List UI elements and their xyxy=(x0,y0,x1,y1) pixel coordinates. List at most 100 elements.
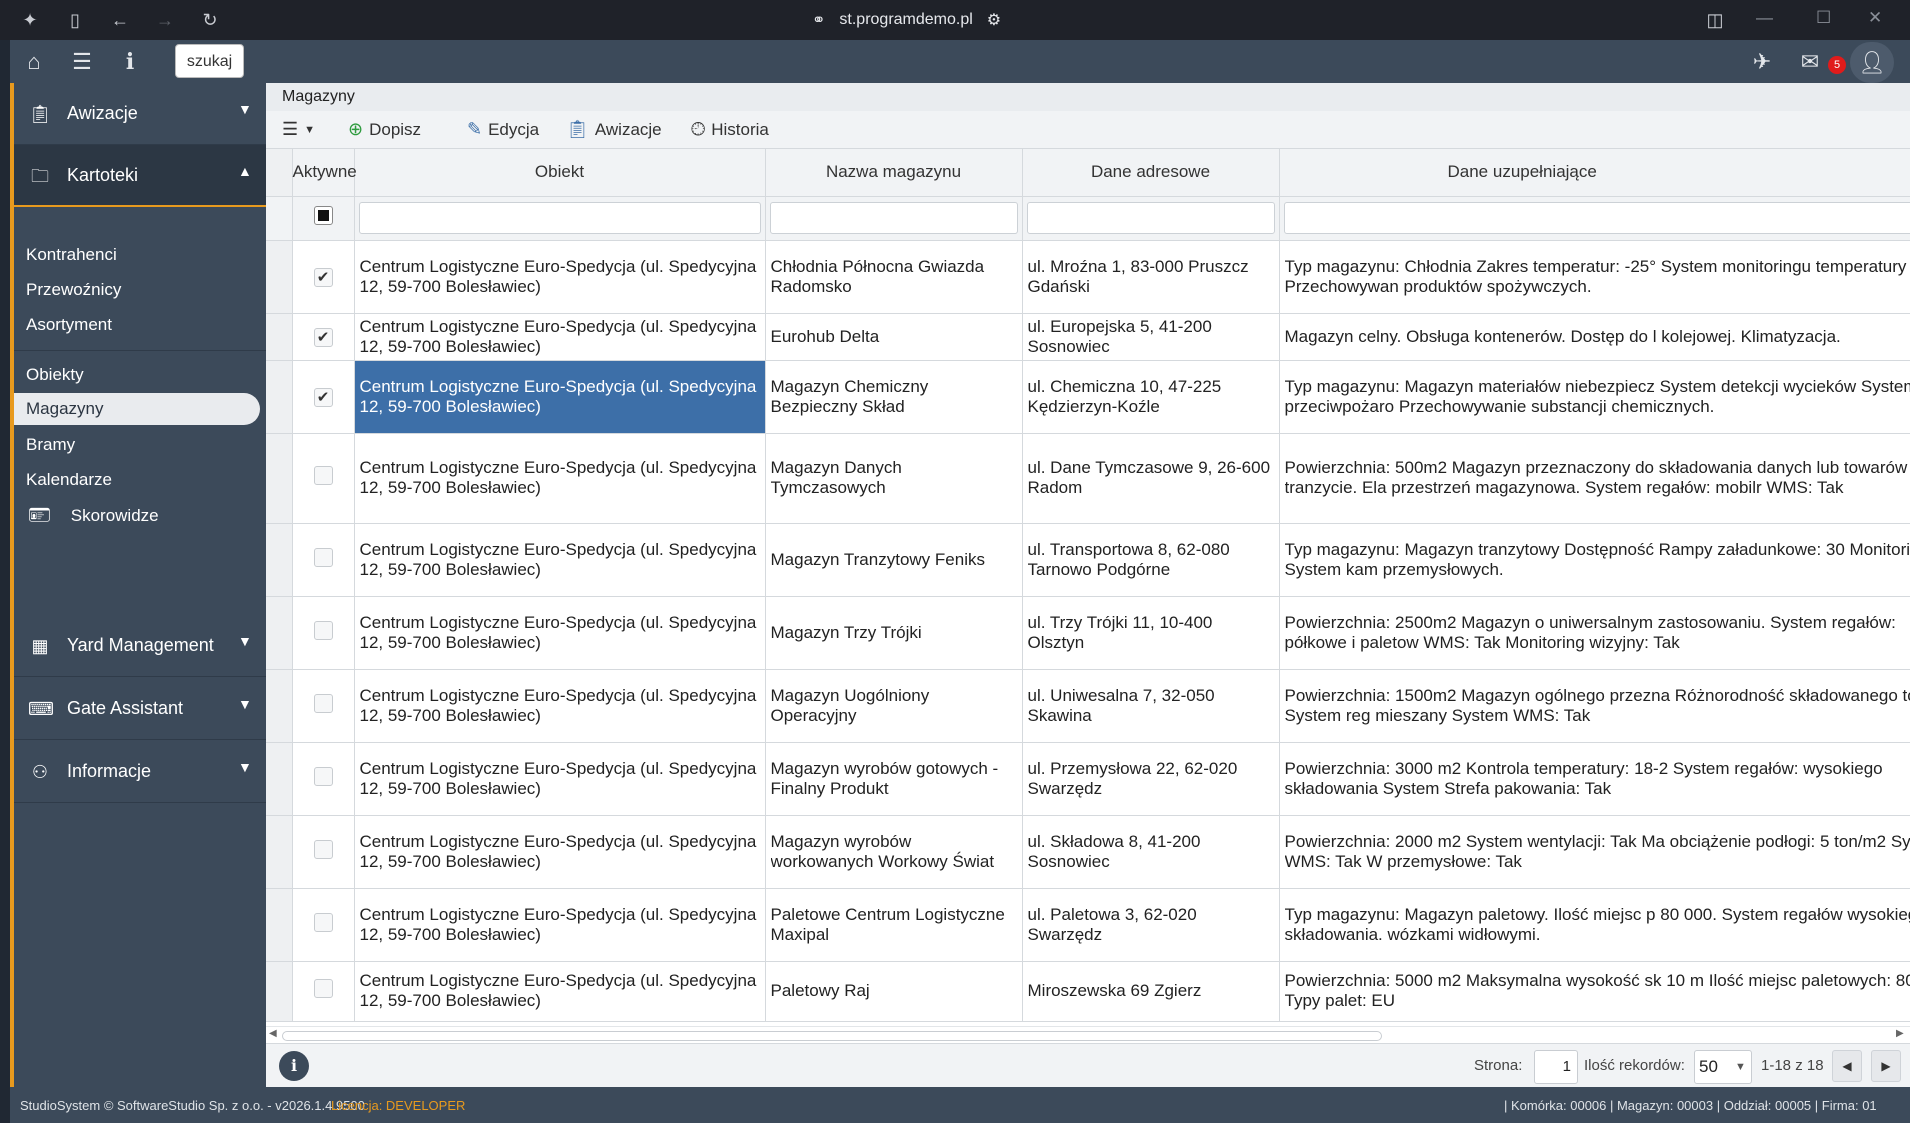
info-icon[interactable]: i xyxy=(279,1051,309,1081)
table-row[interactable]: ✔ Centrum Logistyczne Euro-Spedycja (ul. … xyxy=(266,313,1910,361)
details-cell[interactable]: Magazyn celny. Obsługa kontenerów. Dostę… xyxy=(1279,313,1910,361)
details-cell[interactable]: Powierzchnia: 500m2 Magazyn przeznaczony… xyxy=(1279,433,1910,524)
warehouse-name-cell[interactable]: Magazyn Uogólniony Operacyjny xyxy=(765,669,1023,743)
address-cell[interactable]: Miroszewska 69 Zgierz xyxy=(1022,961,1280,1022)
warehouse-name-cell[interactable]: Magazyn Chemiczny Bezpieczny Skład xyxy=(765,360,1023,434)
warehouse-name-cell[interactable]: Magazyn Danych Tymczasowych xyxy=(765,433,1023,524)
row-gutter[interactable] xyxy=(266,815,293,889)
filter-details-input[interactable] xyxy=(1283,202,1910,234)
browser-logo-icon[interactable]: ✦ xyxy=(18,8,42,32)
column-header-active[interactable]: Aktywne xyxy=(292,149,357,197)
address-cell[interactable]: ul. Dane Tymczasowe 9, 26-600 Radom xyxy=(1022,433,1280,524)
row-gutter[interactable] xyxy=(266,742,293,816)
warehouse-name-cell[interactable]: Magazyn wyrobów workowanych Workowy Świa… xyxy=(765,815,1023,889)
page-number-input[interactable]: 1 xyxy=(1534,1050,1578,1084)
search-button[interactable]: szukaj xyxy=(175,44,244,78)
object-cell[interactable]: Centrum Logistyczne Euro-Spedycja (ul. S… xyxy=(354,313,766,361)
nav-section-informacje[interactable]: ⚇ Informacje ▼ xyxy=(14,741,266,803)
address-cell[interactable]: ul. Transportowa 8, 62-080 Tarnowo Podgó… xyxy=(1022,523,1280,597)
scroll-left-icon[interactable]: ◀ xyxy=(269,1028,277,1039)
details-cell[interactable]: Powierzchnia: 1500m2 Magazyn ogólnego pr… xyxy=(1279,669,1910,743)
row-gutter[interactable] xyxy=(266,888,293,962)
address-cell[interactable]: ul. Paletowa 3, 62-020 Swarzędz xyxy=(1022,888,1280,962)
column-header-object[interactable]: Obiekt xyxy=(354,149,766,197)
horizontal-scrollbar[interactable]: ◀ ▶ xyxy=(266,1026,1910,1042)
prev-page-button[interactable]: ◀ xyxy=(1832,1050,1862,1082)
sidebar-item-przewoznicy[interactable]: Przewoźnicy xyxy=(26,280,121,300)
object-cell[interactable]: Centrum Logistyczne Euro-Spedycja (ul. S… xyxy=(354,360,766,434)
address-cell[interactable]: ul. Przemysłowa 22, 62-020 Swarzędz xyxy=(1022,742,1280,816)
row-gutter[interactable] xyxy=(266,669,293,743)
filter-active-checkbox[interactable] xyxy=(313,206,333,225)
grid-menu-button[interactable]: ☰ ▼ xyxy=(282,119,315,140)
warehouse-name-cell[interactable]: Chłodnia Północna Gwiazda Radomsko xyxy=(765,240,1023,314)
table-row[interactable]: Centrum Logistyczne Euro-Spedycja (ul. S… xyxy=(266,523,1910,597)
details-cell[interactable]: Powierzchnia: 3000 m2 Kontrola temperatu… xyxy=(1279,742,1910,816)
row-gutter[interactable] xyxy=(266,961,293,1022)
row-gutter[interactable] xyxy=(266,433,293,524)
edit-button[interactable]: ✎ Edycja xyxy=(467,119,539,140)
nav-section-awizacje[interactable]: 📋︎ Awizacje ▼ xyxy=(14,83,266,145)
address-cell[interactable]: ul. Mroźna 1, 83-000 Pruszcz Gdański xyxy=(1022,240,1280,314)
object-cell[interactable]: Centrum Logistyczne Euro-Spedycja (ul. S… xyxy=(354,240,766,314)
sidebar-item-asortyment[interactable]: Asortyment xyxy=(26,315,112,335)
object-cell[interactable]: Centrum Logistyczne Euro-Spedycja (ul. S… xyxy=(354,815,766,889)
filter-object-input[interactable] xyxy=(358,202,761,234)
address-cell[interactable]: ul. Chemiczna 10, 47-225 Kędzierzyn-Koźl… xyxy=(1022,360,1280,434)
table-row[interactable]: Centrum Logistyczne Euro-Spedycja (ul. S… xyxy=(266,669,1910,743)
warehouse-name-cell[interactable]: Paletowe Centrum Logistyczne Maxipal xyxy=(765,888,1023,962)
table-row[interactable]: Centrum Logistyczne Euro-Spedycja (ul. S… xyxy=(266,961,1910,1022)
object-cell[interactable]: Centrum Logistyczne Euro-Spedycja (ul. S… xyxy=(354,433,766,524)
scrollbar-thumb[interactable] xyxy=(282,1031,1382,1041)
column-header-warehouse-name[interactable]: Nazwa magazynu xyxy=(765,149,1023,197)
reload-icon[interactable]: ↻ xyxy=(198,8,222,32)
sidebar-toggle-icon[interactable]: ▯ xyxy=(63,8,87,32)
url-text[interactable]: st.programdemo.pl xyxy=(839,11,972,29)
sidebar-item-kalendarze[interactable]: Kalendarze xyxy=(26,470,112,490)
address-cell[interactable]: ul. Trzy Trójki 11, 10-400 Olsztyn xyxy=(1022,596,1280,670)
filter-address-input[interactable] xyxy=(1026,202,1275,234)
active-checkbox-checked[interactable]: ✔ xyxy=(313,387,333,407)
active-checkbox-unchecked[interactable] xyxy=(313,912,333,932)
nav-section-gate-assistant[interactable]: ⌨ Gate Assistant ▼ xyxy=(14,678,266,740)
table-row[interactable]: ✔ Centrum Logistyczne Euro-Spedycja (ul. … xyxy=(266,360,1910,434)
row-gutter[interactable] xyxy=(266,240,293,314)
details-cell[interactable]: Powierzchnia: 2500m2 Magazyn o uniwersal… xyxy=(1279,596,1910,670)
nav-section-yard-management[interactable]: ▦ Yard Management ▼ xyxy=(14,615,266,677)
warehouse-name-cell[interactable]: Magazyn Trzy Trójki xyxy=(765,596,1023,670)
back-icon[interactable]: ← xyxy=(108,8,132,32)
details-cell[interactable]: Typ magazynu: Chłodnia Zakres temperatur… xyxy=(1279,240,1910,314)
active-checkbox-unchecked[interactable] xyxy=(313,766,333,786)
mail-icon[interactable]: ✉ xyxy=(1797,49,1823,75)
object-cell[interactable]: Centrum Logistyczne Euro-Spedycja (ul. S… xyxy=(354,961,766,1022)
close-icon[interactable]: ✕ xyxy=(1868,8,1882,28)
plane-icon[interactable]: ✈ xyxy=(1749,49,1775,75)
sidebar-item-magazyny[interactable]: Magazyny xyxy=(14,393,260,425)
object-cell[interactable]: Centrum Logistyczne Euro-Spedycja (ul. S… xyxy=(354,523,766,597)
nav-section-kartoteki[interactable]: 🗀 Kartoteki ▲ xyxy=(14,145,266,207)
row-gutter[interactable] xyxy=(266,360,293,434)
address-bar[interactable]: ⚭ st.programdemo.pl ⚙ xyxy=(812,8,1001,32)
scroll-right-icon[interactable]: ▶ xyxy=(1896,1028,1904,1039)
site-settings-icon[interactable]: ⚙ xyxy=(987,10,1001,30)
warehouse-name-cell[interactable]: Eurohub Delta xyxy=(765,313,1023,361)
details-cell[interactable]: Typ magazynu: Magazyn materiałów niebezp… xyxy=(1279,360,1910,434)
active-checkbox-unchecked[interactable] xyxy=(313,693,333,713)
row-gutter[interactable] xyxy=(266,523,293,597)
next-page-button[interactable]: ▶ xyxy=(1871,1050,1901,1082)
object-cell[interactable]: Centrum Logistyczne Euro-Spedycja (ul. S… xyxy=(354,888,766,962)
warehouse-name-cell[interactable]: Paletowy Raj xyxy=(765,961,1023,1022)
warehouse-name-cell[interactable]: Magazyn wyrobów gotowych - Finalny Produ… xyxy=(765,742,1023,816)
table-row[interactable]: Centrum Logistyczne Euro-Spedycja (ul. S… xyxy=(266,888,1910,962)
active-checkbox-unchecked[interactable] xyxy=(313,547,333,567)
info-icon[interactable]: i xyxy=(117,49,143,75)
table-row[interactable]: ✔ Centrum Logistyczne Euro-Spedycja (ul. … xyxy=(266,240,1910,314)
notices-button[interactable]: 📋︎ Awizacje xyxy=(566,119,662,140)
active-checkbox-checked[interactable]: ✔ xyxy=(313,327,333,347)
column-header-address[interactable]: Dane adresowe xyxy=(1022,149,1280,197)
table-row[interactable]: Centrum Logistyczne Euro-Spedycja (ul. S… xyxy=(266,815,1910,889)
table-row[interactable]: Centrum Logistyczne Euro-Spedycja (ul. S… xyxy=(266,742,1910,816)
forward-icon[interactable]: → xyxy=(153,8,177,32)
add-button[interactable]: ⊕ Dopisz xyxy=(348,119,421,140)
user-avatar-icon[interactable]: 👤︎ xyxy=(1850,42,1894,83)
